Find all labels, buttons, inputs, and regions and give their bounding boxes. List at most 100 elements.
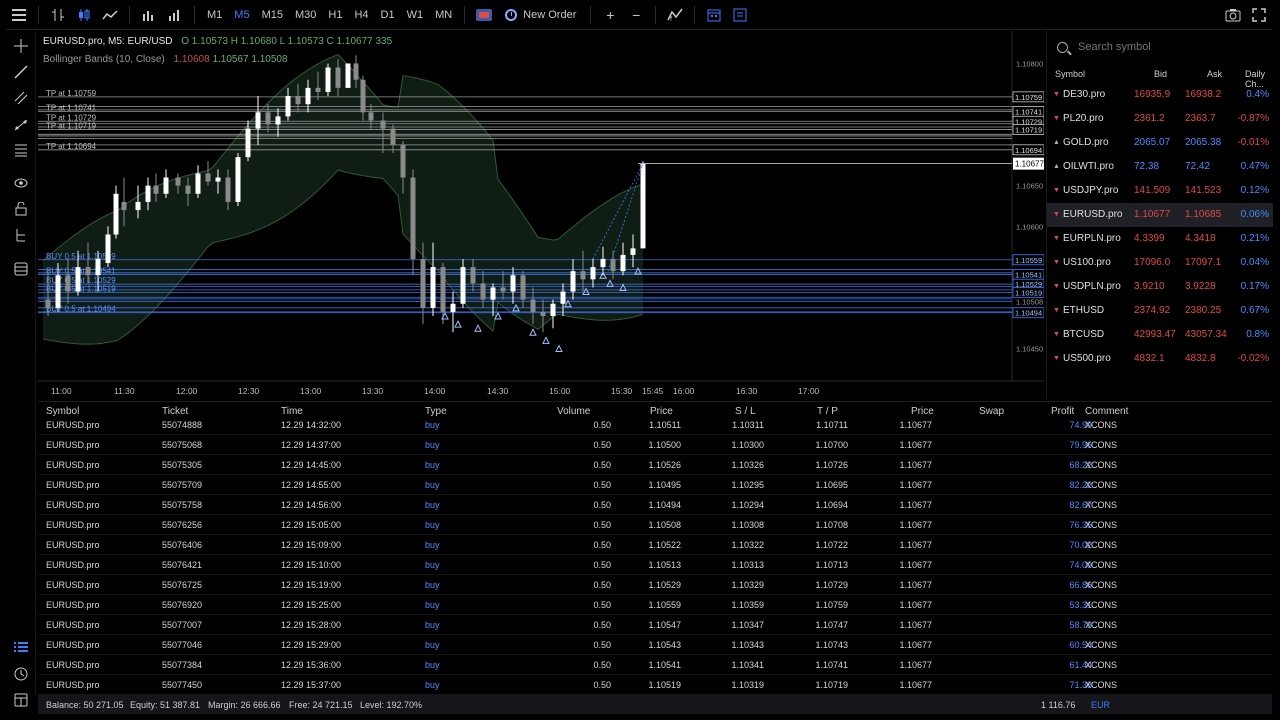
cell-volume: 0.50: [593, 580, 611, 590]
timeframe-m5[interactable]: M5: [228, 4, 255, 26]
cell-ticket: 55076256: [162, 520, 203, 530]
wl-bid: 1.10677: [1134, 209, 1171, 220]
fibonacci-icon[interactable]: [11, 140, 31, 160]
new-order-button[interactable]: New Order: [497, 4, 584, 26]
wl-daily-change: 0.17%: [1240, 281, 1269, 292]
cell-sl: 1.10300: [731, 440, 764, 450]
watchlist-row[interactable]: ▼ PL20.pro 2361.2 2363.7 -0.87%: [1047, 107, 1273, 131]
screenshot-icon[interactable]: [1220, 4, 1246, 26]
table-row[interactable]: EURUSD.pro 55075068 12.29 14:37:00 buy 0.50 1…: [38, 435, 1272, 455]
timeframe-d1[interactable]: D1: [375, 4, 401, 26]
candle-body: [430, 267, 436, 308]
timeframe-m15[interactable]: M15: [256, 4, 289, 26]
cell-type: buy: [425, 560, 440, 570]
table-row[interactable]: EURUSD.pro 55076256 12.29 15:05:00 buy 0.50 1…: [38, 515, 1272, 535]
history-icon[interactable]: [11, 664, 31, 684]
table-row[interactable]: EURUSD.pro 55075305 12.29 14:45:00 buy 0.50 1…: [38, 455, 1272, 475]
fullscreen-icon[interactable]: [1246, 4, 1272, 26]
visibility-eye-icon[interactable]: [11, 173, 31, 193]
indicator-label[interactable]: Bollinger Bands (10, Close) 1.10608 1.10…: [43, 54, 288, 65]
timeframe-mn[interactable]: MN: [429, 4, 458, 26]
timeframe-m30[interactable]: M30: [289, 4, 322, 26]
watchlist-row[interactable]: ▼ EURUSD.pro 1.10677 1.10685 0.06%: [1047, 203, 1273, 227]
candlestick-chart-type-icon[interactable]: [71, 4, 97, 26]
cell-ticket: 55075758: [162, 500, 203, 510]
time-axis-label: 13:00: [300, 386, 322, 396]
time-axis-label: 12:00: [176, 386, 198, 396]
trade-mode-icon[interactable]: [471, 4, 497, 26]
volume-bars-icon[interactable]: [136, 4, 162, 26]
channel-icon[interactable]: [11, 88, 31, 108]
watchlist-row[interactable]: ▼ DE30.pro 16935.9 16938.2 0.4%: [1047, 83, 1273, 107]
table-row[interactable]: EURUSD.pro 55074888 12.29 14:32:00 buy 0.50 1…: [38, 415, 1272, 435]
cell-type: buy: [425, 480, 440, 490]
table-row[interactable]: EURUSD.pro 55076725 12.29 15:19:00 buy 0.50 1…: [38, 575, 1272, 595]
ray-icon[interactable]: [11, 114, 31, 134]
watchlist-row[interactable]: ▼ EURPLN.pro 4.3399 4.3418 0.21%: [1047, 227, 1273, 251]
price-chart[interactable]: TP at 1.10759 TP at 1.10741 TP at 1.10729 T…: [38, 31, 1044, 401]
zoom-out-button[interactable]: −: [623, 4, 649, 26]
indicator-upper-value: 1.10608: [173, 54, 210, 65]
symbol-search[interactable]: [1047, 31, 1273, 63]
table-row[interactable]: EURUSD.pro 55075709 12.29 14:55:00 buy 0.50 1…: [38, 475, 1272, 495]
lock-icon[interactable]: [11, 199, 31, 219]
timeframe-w1[interactable]: W1: [401, 4, 430, 26]
symbol-search-input[interactable]: [1078, 41, 1258, 53]
cell-ticket: 55077384: [162, 660, 203, 670]
wl-daily-change: 0.67%: [1240, 305, 1269, 316]
object-tree-icon[interactable]: [11, 225, 31, 245]
wl-header-symbol[interactable]: Symbol: [1055, 69, 1085, 79]
list-view-icon[interactable]: [11, 637, 31, 657]
line-chart-type-icon[interactable]: [97, 4, 123, 26]
journal-icon[interactable]: [11, 690, 31, 710]
balance-value: Balance: 50 271.05: [46, 700, 124, 710]
table-row[interactable]: EURUSD.pro 55076421 12.29 15:10:00 buy 0.50 1…: [38, 555, 1272, 575]
bar-chart-type-icon[interactable]: [45, 4, 71, 26]
wl-symbol: EURUSD.pro: [1063, 209, 1123, 220]
watchlist-row[interactable]: ▼ USDJPY.pro 141.509 141.523 0.12%: [1047, 179, 1273, 203]
timeframe-m1[interactable]: M1: [201, 4, 228, 26]
wl-ask: 72.42: [1185, 161, 1211, 172]
timeframe-h4[interactable]: H4: [348, 4, 374, 26]
price-axis-label: 1.10541: [1015, 270, 1042, 279]
watchlist-row[interactable]: ▼ US500.pro 4832.1 4832.8 -0.02%: [1047, 347, 1273, 371]
cell-type: buy: [425, 580, 440, 590]
cell-price: 1.10526: [648, 460, 681, 470]
candle-body: [105, 234, 111, 264]
table-row[interactable]: EURUSD.pro 55076406 12.29 15:09:00 buy 0.50 1…: [38, 535, 1272, 555]
timeframe-h1[interactable]: H1: [322, 4, 348, 26]
table-row[interactable]: EURUSD.pro 55077450 12.29 15:37:00 buy 0.50 1…: [38, 675, 1272, 695]
tp-label: TP at 1.10759: [46, 89, 97, 98]
arrow-down-icon: ▼: [1053, 331, 1060, 338]
wl-bid: 141.509: [1134, 185, 1171, 196]
wl-header-bid[interactable]: Bid: [1154, 69, 1167, 79]
indicators-icon[interactable]: f: [662, 4, 688, 26]
cell-type: buy: [425, 620, 440, 630]
chart-canvas[interactable]: TP at 1.10759TP at 1.10741TP at 1.10729T…: [38, 31, 1044, 401]
table-row[interactable]: EURUSD.pro 55077046 12.29 15:29:00 buy 0.50 1…: [38, 635, 1272, 655]
cell-type: buy: [425, 660, 440, 670]
candle-body: [440, 267, 446, 312]
watchlist-row[interactable]: ▲ GOLD.pro 2065.07 2065.38 -0.01%: [1047, 131, 1273, 155]
table-row[interactable]: EURUSD.pro 55077007 12.29 15:28:00 buy 0.50 1…: [38, 615, 1272, 635]
table-row[interactable]: EURUSD.pro 55076920 12.29 15:25:00 buy 0.50 1…: [38, 595, 1272, 615]
templates-icon[interactable]: [727, 4, 753, 26]
watchlist-row[interactable]: ▼ ETHUSD 2374.92 2380.25 0.67%: [1047, 299, 1273, 323]
candle-body: [305, 87, 311, 105]
watchlist-row[interactable]: ▼ US100.pro 17096.0 17097.1 0.04%: [1047, 251, 1273, 275]
menu-icon[interactable]: [6, 4, 32, 26]
wl-header-ask[interactable]: Ask: [1207, 69, 1222, 79]
trend-line-icon[interactable]: [11, 62, 31, 82]
table-row[interactable]: EURUSD.pro 55075758 12.29 14:56:00 buy 0.50 1…: [38, 495, 1272, 515]
crosshair-icon[interactable]: [11, 36, 31, 56]
table-row[interactable]: EURUSD.pro 55077384 12.29 15:36:00 buy 0.50 1…: [38, 655, 1272, 675]
database-icon[interactable]: [11, 259, 31, 279]
watchlist-row[interactable]: ▼ USDPLN.pro 3.9210 3.9228 0.17%: [1047, 275, 1273, 299]
watchlist-row[interactable]: ▼ BTCUSD 42993.47 43057.34 0.8%: [1047, 323, 1273, 347]
zoom-in-button[interactable]: +: [597, 4, 623, 26]
calendar-icon[interactable]: [701, 4, 727, 26]
wl-bid: 17096.0: [1134, 257, 1171, 268]
tick-volume-icon[interactable]: [162, 4, 188, 26]
watchlist-row[interactable]: ▲ OILWTI.pro 72.38 72.42 0.47%: [1047, 155, 1273, 179]
arrow-down-icon: ▼: [1053, 187, 1060, 194]
